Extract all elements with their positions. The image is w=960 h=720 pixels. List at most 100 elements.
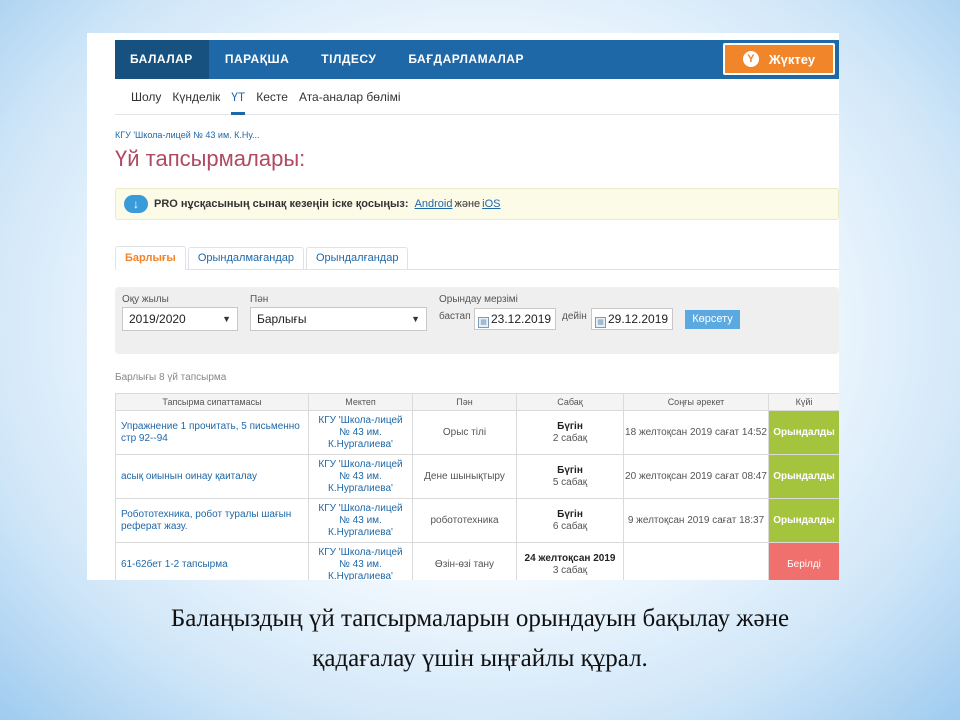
lesson-day: Бүгін — [557, 508, 583, 520]
column-header: Пән — [412, 393, 517, 411]
calendar-icon: ▦ — [478, 317, 489, 328]
ios-link[interactable]: iOS — [482, 198, 500, 210]
to-date-value: 29.12.2019 — [608, 312, 669, 326]
task-description[interactable]: асық оиынын оинау қаиталау — [115, 454, 309, 499]
to-label: дейін — [562, 311, 587, 322]
lesson-number: 6 сабақ — [552, 520, 588, 532]
school-line: № 43 им. — [339, 426, 382, 438]
school-line: № 43 им. — [339, 470, 382, 482]
download-button[interactable]: Y Жүктеу — [723, 43, 835, 75]
lesson-day: Бүгін — [557, 464, 583, 476]
task-school[interactable]: КГУ 'Школа-лицей № 43 им. К.Нургалиева' — [308, 454, 413, 499]
nav-tab-children[interactable]: БАЛАЛАР — [115, 40, 209, 79]
school-line: К.Нургалиева' — [328, 482, 393, 494]
cloud-download-icon: ↓ — [124, 195, 148, 213]
from-label: бастап — [439, 311, 471, 322]
tab-done[interactable]: Орындалғандар — [305, 247, 409, 269]
lesson-number: 5 сабақ — [552, 476, 588, 488]
app-logo-icon: Y — [742, 51, 759, 67]
tab-all[interactable]: Барлығы — [115, 246, 186, 270]
task-subject: Өзін-өзі тану — [412, 542, 517, 580]
table-row: Упражнение 1 прочитать, 5 письменно стр … — [115, 410, 839, 455]
task-lesson: 24 желтоқсан 2019 3 сабақ — [516, 542, 624, 580]
task-description[interactable]: 61-62бет 1-2 тапсырма — [115, 542, 309, 580]
subject-label: Пән — [250, 294, 269, 305]
subject-select[interactable]: Барлығы ▼ — [250, 307, 427, 331]
page-title: Үй тапсырмалары: — [115, 146, 306, 171]
status-badge: Орындалды — [768, 454, 839, 499]
table-header-row: Тапсырма сипаттамасы Мектеп Пән Сабақ Со… — [115, 393, 839, 411]
table-row: Робототехника, робот туралы шағын рефера… — [115, 498, 839, 543]
filter-panel: Оқу жылы 2019/2020 ▼ Пән Барлығы ▼ Орынд… — [115, 287, 839, 354]
column-header: Күйі — [768, 393, 839, 411]
status-badge: Орындалды — [768, 410, 839, 455]
breadcrumb[interactable]: КГУ 'Школа-лицей № 43 им. К.Ну... — [115, 130, 260, 140]
nav-tab-newsfeed[interactable]: ПАРАҚША — [209, 40, 305, 79]
task-school[interactable]: КГУ 'Школа-лицей № 43 им. К.Нургалиева' — [308, 498, 413, 543]
sub-navigation: Шолу Күнделік ҮТ Кесте Ата-аналар бөлімі — [115, 79, 839, 115]
calendar-icon: ▦ — [595, 317, 606, 328]
promo-text: PRO нұсқасының сынақ кезеңін іске қосыңы… — [154, 198, 409, 210]
from-date-input[interactable]: ▦ 23.12.2019 — [474, 308, 556, 330]
table-row: асық оиынын оинау қаиталау КГУ 'Школа-ли… — [115, 454, 839, 499]
promo-banner: ↓ PRO нұсқасының сынақ кезеңін іске қосы… — [115, 188, 839, 220]
download-button-label: Жүктеу — [768, 51, 816, 67]
tab-not-done[interactable]: Орындалмағандар — [187, 247, 304, 269]
top-navigation: БАЛАЛАР ПАРАҚША ТІЛДЕСУ БАҒДАРЛАМАЛАР Y … — [115, 40, 839, 79]
school-line: № 43 им. — [339, 558, 382, 570]
to-date-input[interactable]: ▦ 29.12.2019 — [591, 308, 673, 330]
task-lesson: Бүгін 6 сабақ — [516, 498, 624, 543]
nav-tab-programs[interactable]: БАҒДАРЛАМАЛАР — [392, 40, 540, 79]
school-line: КГУ 'Школа-лицей — [318, 546, 403, 558]
table-row: 61-62бет 1-2 тапсырма КГУ 'Школа-лицей № … — [115, 542, 839, 581]
column-header: Соңғы әрекет — [623, 393, 769, 411]
subnav-schedule[interactable]: Кесте — [256, 79, 288, 115]
deadline-label: Орындау мерзімі — [439, 294, 518, 305]
year-select[interactable]: 2019/2020 ▼ — [122, 307, 238, 331]
lesson-day: 24 желтоқсан 2019 — [524, 552, 616, 564]
homework-count: Барлығы 8 үй тапсырма — [115, 372, 227, 383]
nav-tab-messages[interactable]: ТІЛДЕСУ — [305, 40, 392, 79]
task-last-action: 9 желтоқсан 2019 сағат 18:37 — [623, 498, 769, 543]
lesson-day: Бүгін — [557, 420, 583, 432]
school-line: КГУ 'Школа-лицей — [318, 414, 403, 426]
homework-table: Тапсырма сипаттамасы Мектеп Пән Сабақ Со… — [115, 393, 839, 580]
school-line: К.Нургалиева' — [328, 570, 393, 581]
year-label: Оқу жылы — [122, 294, 169, 305]
chevron-down-icon: ▼ — [222, 314, 231, 324]
app-screenshot: БАЛАЛАР ПАРАҚША ТІЛДЕСУ БАҒДАРЛАМАЛАР Y … — [87, 33, 839, 580]
task-last-action: 18 желтоқсан 2019 сағат 14:52 — [623, 410, 769, 455]
task-school[interactable]: КГУ 'Школа-лицей № 43 им. К.Нургалиева' — [308, 542, 413, 581]
year-select-value: 2019/2020 — [129, 312, 186, 326]
lesson-number: 2 сабақ — [552, 432, 588, 444]
lesson-number: 3 сабақ — [552, 564, 588, 576]
school-line: КГУ 'Школа-лицей — [318, 502, 403, 514]
column-header: Тапсырма сипаттамасы — [115, 393, 309, 411]
task-description[interactable]: Робототехника, робот туралы шағын рефера… — [115, 498, 309, 543]
school-line: К.Нургалиева' — [328, 526, 393, 538]
show-button[interactable]: Көрсету — [685, 310, 740, 329]
school-line: КГУ 'Школа-лицей — [318, 458, 403, 470]
task-subject: Дене шынықтыру — [412, 454, 517, 499]
subject-select-value: Барлығы — [257, 312, 307, 326]
android-link[interactable]: Android — [415, 198, 453, 210]
task-description[interactable]: Упражнение 1 прочитать, 5 письменно стр … — [115, 410, 309, 455]
from-date-value: 23.12.2019 — [491, 312, 552, 326]
task-lesson: Бүгін 2 сабақ — [516, 410, 624, 455]
subnav-diary[interactable]: Күнделік — [172, 79, 220, 115]
slide-caption-line-1: Балаңыздың үй тапсырмаларын орындауын ба… — [170, 605, 790, 632]
chevron-down-icon: ▼ — [411, 314, 420, 324]
status-badge: Берілді — [768, 542, 839, 580]
task-lesson: Бүгін 5 сабақ — [516, 454, 624, 499]
promo-and: және — [454, 198, 481, 210]
column-header: Сабақ — [516, 393, 624, 411]
task-school[interactable]: КГУ 'Школа-лицей № 43 им. К.Нургалиева' — [308, 410, 413, 455]
subnav-overview[interactable]: Шолу — [131, 79, 161, 115]
task-last-action — [623, 542, 769, 580]
status-badge: Орындалды — [768, 498, 839, 543]
task-subject: Орыс тілі — [412, 410, 517, 455]
homework-tabs: Барлығы Орындалмағандар Орындалғандар — [115, 246, 839, 270]
subnav-homework[interactable]: ҮТ — [231, 79, 246, 115]
column-header: Мектеп — [308, 393, 413, 411]
subnav-parents[interactable]: Ата-аналар бөлімі — [299, 79, 401, 115]
